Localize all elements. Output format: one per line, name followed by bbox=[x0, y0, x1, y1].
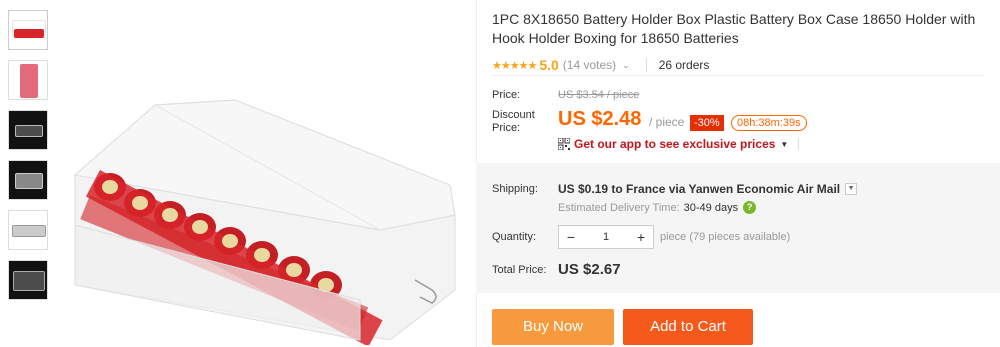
increase-button[interactable]: + bbox=[629, 226, 653, 248]
buy-now-button[interactable]: Buy Now bbox=[492, 309, 614, 345]
thumbnail-3[interactable] bbox=[8, 110, 48, 150]
price-label: Price: bbox=[492, 89, 521, 101]
discount-price: US $2.48 bbox=[558, 108, 642, 130]
shipping-method[interactable]: US $0.19 to France via Yanwen Economic A… bbox=[558, 182, 858, 196]
rating-stars-icon: ★★★★★ bbox=[492, 59, 537, 72]
caret-down-icon: ▼ bbox=[780, 139, 789, 149]
per-unit: / piece bbox=[649, 115, 685, 129]
delivery-days: 30-49 days bbox=[683, 201, 739, 214]
quantity-input[interactable]: 1 bbox=[583, 231, 629, 243]
shipping-label: Shipping: bbox=[492, 183, 538, 195]
quantity-label: Quantity: bbox=[492, 231, 537, 243]
qr-code-icon bbox=[558, 138, 570, 150]
product-title: 1PC 8X18650 Battery Holder Box Plastic B… bbox=[492, 11, 976, 46]
countdown-timer: 08h:38m:39s bbox=[731, 115, 807, 131]
original-price: US $3.54 / piece bbox=[558, 89, 640, 101]
separator bbox=[645, 58, 647, 72]
app-promo-text: Get our app to see exclusive prices bbox=[574, 137, 776, 151]
thumbnail-5[interactable] bbox=[8, 210, 48, 250]
add-to-cart-button[interactable]: Add to Cart bbox=[623, 309, 753, 345]
product-image bbox=[73, 99, 456, 345]
orders-count: 26 orders bbox=[658, 58, 710, 72]
discount-badge: -30% bbox=[690, 115, 724, 131]
shipping-destination: to France via Yanwen Economic Air Mail bbox=[611, 182, 841, 196]
rating-row: ★★★★★ 5.0 (14 votes) ⌄ 26 orders bbox=[492, 56, 992, 74]
product-info: 1PC 8X18650 Battery Holder Box Plastic B… bbox=[492, 10, 992, 74]
delivery-label: Estimated Delivery Time: bbox=[558, 201, 680, 214]
thumbnail-4[interactable] bbox=[8, 160, 48, 200]
quantity-availability: piece (79 pieces available) bbox=[660, 231, 791, 243]
thumbnail-1[interactable] bbox=[8, 10, 48, 50]
chevron-down-icon[interactable]: ⌄ bbox=[622, 60, 630, 71]
discount-price-label: Discount Price: bbox=[492, 109, 535, 134]
thumbnail-2[interactable] bbox=[8, 60, 48, 100]
quantity-stepper: − 1 + bbox=[558, 225, 654, 249]
separator bbox=[798, 138, 800, 150]
decrease-button[interactable]: − bbox=[559, 226, 583, 248]
total-label: Total Price: bbox=[492, 264, 547, 276]
delivery-estimate: Estimated Delivery Time: 30-49 days ? bbox=[558, 201, 757, 214]
chevron-down-icon[interactable]: ▼ bbox=[845, 183, 858, 195]
votes-link[interactable]: (14 votes) bbox=[563, 58, 616, 72]
total-price: US $2.67 bbox=[558, 261, 621, 278]
app-promo-link[interactable]: Get our app to see exclusive prices ▼ bbox=[558, 137, 800, 151]
rating-value: 5.0 bbox=[539, 57, 559, 73]
thumbnail-6[interactable] bbox=[8, 260, 48, 300]
shipping-cost: US $0.19 bbox=[558, 182, 609, 196]
thumbnail-list bbox=[8, 10, 50, 310]
divider bbox=[492, 75, 985, 76]
help-icon[interactable]: ? bbox=[743, 201, 757, 214]
